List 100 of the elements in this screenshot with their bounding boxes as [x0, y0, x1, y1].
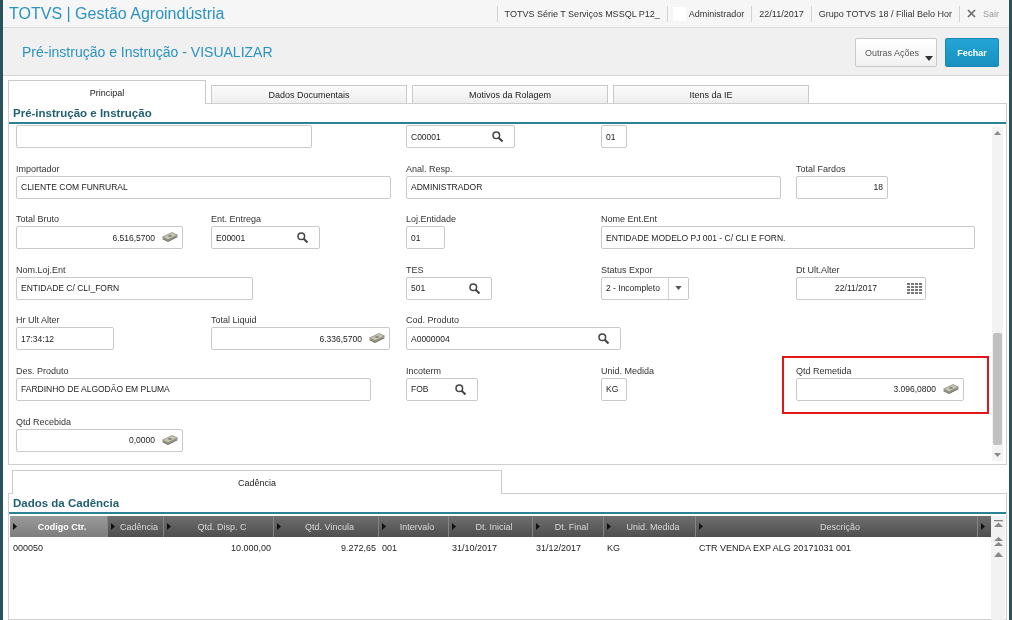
up-arrow-icon[interactable]: [994, 131, 1001, 135]
table-cell-text: 000050: [12, 543, 45, 553]
page-title: Pré-instrução e Instrução - VISUALIZAR: [22, 43, 273, 60]
search-field[interactable]: FOB: [406, 377, 478, 401]
amount-field[interactable]: 0,0000: [16, 428, 183, 452]
input-field[interactable]: FARDINHO DE ALGODÃO EM PLUMA: [16, 377, 371, 401]
branch-label: Grupo TOTVS 18 / Filial Belo Hor: [818, 8, 952, 19]
search-icon: [492, 131, 503, 142]
search-field[interactable]: E00001: [211, 226, 320, 250]
field-label: Des. Produto: [16, 364, 69, 378]
banknote-icon: [162, 232, 178, 244]
column-header[interactable]: Qtd. Vincula: [274, 516, 379, 537]
date-field[interactable]: 22/11/2017: [796, 276, 926, 300]
triangle-icon: [981, 523, 985, 530]
up-arrow-icon[interactable]: [993, 552, 1003, 557]
column-header[interactable]: Descrição: [696, 516, 978, 537]
tab[interactable]: Motivos da Rolagem: [412, 85, 608, 103]
field-label: Loj.Entidade: [406, 213, 457, 227]
triangle-icon: [111, 523, 115, 530]
field-label: Importador: [16, 162, 60, 176]
search-icon: [469, 282, 480, 294]
banknote-icon: [943, 383, 959, 395]
input-field[interactable]: 01: [601, 125, 627, 148]
triangle-icon: [452, 523, 456, 530]
tab[interactable]: Itens da IE: [613, 85, 809, 103]
caret-icon: [675, 286, 682, 291]
environment-label: TOTVS Série T Serviços MSSQL P12_: [504, 8, 660, 19]
triangle-icon: [13, 523, 17, 530]
date-label: 22/11/2017: [759, 8, 804, 19]
user-name: Administrador: [688, 8, 745, 19]
triangle-icon: [536, 523, 540, 530]
field-label: Anal. Resp.: [406, 162, 453, 176]
menu-button[interactable]: Outras Ações: [855, 38, 937, 67]
field-label: Nom.Loj.Ent: [16, 263, 66, 277]
field-label: Cod. Produto: [406, 314, 460, 328]
field-label: Qtd Remetida: [796, 364, 852, 378]
calendar-icon: [907, 282, 922, 294]
banknote-icon: [162, 434, 178, 446]
field-label: Unid. Medida: [601, 364, 655, 378]
input-field[interactable]: KG: [601, 377, 627, 401]
table-cell-text: 31/10/2017: [451, 543, 499, 553]
field-label: Hr Ult Alter: [16, 314, 60, 328]
field-label: TES: [406, 263, 424, 277]
column-header[interactable]: Unid. Medida: [604, 516, 696, 537]
column-header[interactable]: Qtd. Disp. C: [164, 516, 274, 537]
table-cell-text: 10.000,00: [229, 543, 272, 553]
input-field[interactable]: [16, 125, 312, 148]
banknote-icon: [369, 333, 385, 345]
column-header[interactable]: Dt. Final: [533, 516, 604, 537]
search-icon: [297, 232, 308, 244]
table-cell-text: KG: [606, 543, 621, 553]
amount-field[interactable]: 3.096,0800: [796, 377, 964, 401]
field-label: Nome Ent.Ent: [601, 213, 658, 227]
triangle-icon: [167, 523, 171, 530]
close-icon: [967, 9, 976, 18]
input-field[interactable]: 01: [406, 226, 445, 250]
input-field[interactable]: ENTIDADE MODELO PJ 001 - C/ CLI E FORN.: [601, 226, 975, 250]
amount-field[interactable]: 6.336,5700: [211, 327, 390, 351]
search-field[interactable]: A0000004: [406, 327, 621, 351]
field-label: Total Bruto: [16, 213, 60, 227]
caret-icon: [925, 56, 933, 61]
input-field[interactable]: CLIENTE COM FUNRURAL: [16, 175, 391, 199]
section-title: Pré-instrução e Instrução: [13, 107, 152, 119]
scroll-top-icon[interactable]: [993, 520, 1003, 527]
triangle-icon: [382, 523, 386, 530]
tab[interactable]: Dados Documentais: [211, 85, 407, 103]
triangle-icon: [607, 523, 611, 530]
column-header[interactable]: Cadência: [108, 516, 164, 537]
triangle-icon: [277, 523, 281, 530]
search-field[interactable]: C00001: [406, 125, 515, 148]
search-icon: [455, 383, 466, 395]
field-label: Incoterm: [406, 364, 441, 378]
search-field[interactable]: 501: [406, 276, 492, 300]
amount-field[interactable]: 6.516,5700: [16, 226, 183, 250]
table-cell-text: CTR VENDA EXP ALG 20171031 001: [698, 543, 852, 553]
input-field[interactable]: 17:34:12: [16, 327, 114, 351]
input-field[interactable]: ENTIDADE C/ CLI_FORN: [16, 276, 253, 300]
section-title: Dados da Cadência: [13, 497, 120, 509]
dropdown-field[interactable]: 2 - Incompleto: [601, 276, 689, 300]
field-label: Qtd Recebida: [16, 415, 72, 429]
input-field[interactable]: 18: [796, 175, 888, 199]
scrollbar[interactable]: [992, 127, 1003, 461]
input-field[interactable]: ADMINISTRADOR: [406, 175, 781, 199]
down-arrow-icon[interactable]: [994, 453, 1001, 457]
tab[interactable]: Cadência: [12, 470, 502, 494]
scroll-thumb[interactable]: [993, 333, 1002, 445]
table-cell-text: 31/12/2017: [535, 543, 583, 553]
tab[interactable]: Principal: [8, 80, 206, 104]
field-label: Dt Ult.Alter: [796, 263, 840, 277]
search-icon: [598, 333, 609, 345]
field-label: Status Expor: [601, 263, 653, 277]
double-up-arrow-icon[interactable]: [993, 537, 1003, 546]
table-cell-text: 9.272,65: [339, 543, 377, 553]
field-label: Total Fardos: [796, 162, 846, 176]
field-label: Ent. Entrega: [211, 213, 262, 227]
column-header[interactable]: Intervalo: [379, 516, 449, 537]
table-cell-text: 001: [381, 543, 399, 553]
column-header[interactable]: Dt. Inicial: [449, 516, 533, 537]
triangle-icon: [699, 523, 703, 530]
field-label: Total Liquid: [211, 314, 257, 328]
